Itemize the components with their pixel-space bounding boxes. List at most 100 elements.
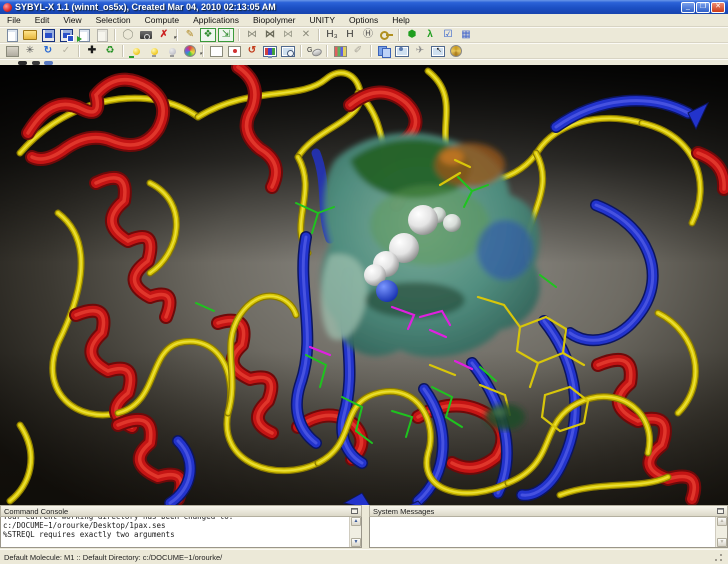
hydrogen-circled-icon[interactable]: Ⓗ (360, 28, 376, 42)
sybyl-window: SYBYL-X 1.1 (winnt_os5x), Created Mar 04… (0, 0, 728, 564)
join-fragments-icon[interactable]: ⋈ (280, 28, 296, 42)
key-tool-icon[interactable] (378, 28, 394, 42)
toolbar-separator (114, 29, 116, 41)
benzene-ring-icon[interactable]: ⬢ (404, 28, 420, 42)
viewport-3d[interactable] (0, 65, 728, 505)
spreadsheet-icon[interactable]: ▦ (458, 28, 474, 42)
bottom-panels: Command Console Your current working dir… (0, 505, 728, 549)
table-check-icon[interactable]: ☑ (440, 28, 456, 42)
toolbar-separator (78, 45, 80, 57)
refresh-display-icon[interactable]: ↻ (40, 44, 56, 58)
light-on-icon[interactable] (146, 44, 162, 58)
hydrogen-icon[interactable]: H (342, 28, 358, 42)
scroll-up-icon[interactable]: ▲ (717, 517, 727, 526)
break-bond-icon[interactable]: ✕ (298, 28, 314, 42)
scroll-up-icon[interactable]: ▲ (351, 517, 361, 526)
menu-bar: FileEditViewSelectionComputeApplications… (0, 14, 728, 27)
menu-biopolymer[interactable]: Biopolymer (246, 14, 303, 26)
save-as-icon[interactable] (58, 28, 74, 42)
scroll-down-icon[interactable]: ▼ (717, 538, 727, 547)
panel-dock-icon[interactable] (717, 508, 724, 514)
toolbar-separator (238, 29, 240, 41)
command-console-title: Command Console (4, 507, 351, 516)
maximize-button[interactable]: ❐ (696, 2, 710, 13)
system-messages-body[interactable]: ▲ ▼ (369, 517, 728, 548)
light-new-icon[interactable] (128, 44, 144, 58)
swap-colors-icon[interactable]: ↺ (244, 44, 260, 58)
windows-cascade-icon[interactable] (376, 44, 392, 58)
surface-blob-small (485, 404, 525, 430)
console-line: c:/DOCUME~1/orourke/Desktop/1pax.ses (3, 521, 348, 530)
recycle-view-icon[interactable]: ♻ (102, 44, 118, 58)
sketch-molecule-icon[interactable]: ✎ (182, 28, 198, 42)
add-hydrogens-icon[interactable]: H₃ (324, 28, 340, 42)
command-console-body[interactable]: Your current working directory has been … (0, 517, 362, 548)
menu-compute[interactable]: Compute (138, 14, 187, 26)
nitrogen-sphere (376, 280, 398, 302)
command-console-header[interactable]: Command Console (0, 505, 362, 517)
remote-display-icon[interactable] (430, 44, 446, 58)
blank-swatch-icon[interactable] (208, 44, 224, 58)
fuse-rings-icon[interactable]: ⋈ (262, 28, 278, 42)
brush-disabled-icon[interactable]: ✐ (350, 44, 366, 58)
toolbar-row-1: ◯✗▾✎❖⇲⋈⋈⋈✕H₃HⒽ⬢λ☑▦ (0, 27, 728, 43)
display-settings-icon[interactable] (262, 44, 278, 58)
close-button[interactable]: ✕ (711, 2, 725, 13)
panel-dock-icon[interactable] (351, 508, 358, 514)
status-text: Default Molecule: M1 :: Default Director… (4, 553, 714, 562)
toolbar-separator (318, 29, 320, 41)
color-palette-icon[interactable]: ▾ (182, 44, 198, 58)
menu-applications[interactable]: Applications (186, 14, 246, 26)
toolbar-separator (202, 45, 204, 57)
zoom-display-icon[interactable] (280, 44, 296, 58)
open-file-icon[interactable] (22, 28, 38, 42)
send-view-icon[interactable]: ✈ (412, 44, 428, 58)
system-messages-scrollbar[interactable]: ▲ ▼ (715, 517, 727, 547)
import-molecule-icon[interactable] (76, 28, 92, 42)
command-console-panel: Command Console Your current working dir… (0, 505, 362, 549)
build-edit-icon[interactable]: ❖ (200, 28, 216, 42)
new-file-icon[interactable] (4, 28, 20, 42)
status-bar: Default Molecule: M1 :: Default Director… (0, 549, 728, 564)
component-manager-icon[interactable] (332, 44, 348, 58)
menu-file[interactable]: File (0, 14, 28, 26)
console-output: Your current working directory has been … (3, 517, 348, 547)
system-messages-header[interactable]: System Messages (369, 505, 728, 517)
apply-disabled-icon[interactable]: ✓ (58, 44, 74, 58)
scroll-down-icon[interactable]: ▼ (351, 538, 361, 547)
toolbar-separator (370, 45, 372, 57)
snapshot-camera-icon[interactable] (138, 28, 154, 42)
merge-molecules-icon[interactable]: ⋈ (244, 28, 260, 42)
toolbar-separator (300, 45, 302, 57)
button-panel-icon[interactable] (4, 44, 20, 58)
toolbar-row-2: ✳↻✓ ✚♻ ▾ ↺ ✐ ✈ (0, 43, 728, 59)
menu-view[interactable]: View (56, 14, 88, 26)
save-icon[interactable] (40, 28, 56, 42)
session-monitor-icon[interactable] (394, 44, 410, 58)
label-atoms-icon[interactable] (226, 44, 242, 58)
lasso-select-icon[interactable]: ◯ (120, 28, 136, 42)
menu-edit[interactable]: Edit (28, 14, 57, 26)
toolbar-separator (176, 29, 178, 41)
light-off-icon[interactable] (164, 44, 180, 58)
delete-icon[interactable]: ✗▾ (156, 28, 172, 42)
toolbar-separator (326, 45, 328, 57)
resize-grip[interactable] (714, 553, 723, 562)
console-scrollbar[interactable]: ▲ ▼ (349, 517, 361, 547)
molecule-handles-icon[interactable]: ✳ (22, 44, 38, 58)
menu-help[interactable]: Help (385, 14, 416, 26)
export-molecule-icon[interactable] (94, 28, 110, 42)
fit-view-icon[interactable]: ⇲ (218, 28, 234, 42)
window-title: SYBYL-X 1.1 (winnt_os5x), Created Mar 04… (15, 2, 681, 12)
menu-options[interactable]: Options (342, 14, 385, 26)
minimize-button[interactable]: _ (681, 2, 695, 13)
translate-rotate-icon[interactable]: ✚ (84, 44, 100, 58)
system-messages-panel: System Messages ▲ ▼ (369, 505, 728, 549)
menu-unity[interactable]: UNITY (302, 14, 342, 26)
menu-selection[interactable]: Selection (89, 14, 138, 26)
protein-scene (0, 65, 728, 505)
title-bar[interactable]: SYBYL-X 1.1 (winnt_os5x), Created Mar 04… (0, 0, 728, 14)
biopolymer-builder-icon[interactable]: λ (422, 28, 438, 42)
render-palette-icon[interactable] (448, 44, 464, 58)
mouse-settings-icon[interactable] (306, 44, 322, 58)
